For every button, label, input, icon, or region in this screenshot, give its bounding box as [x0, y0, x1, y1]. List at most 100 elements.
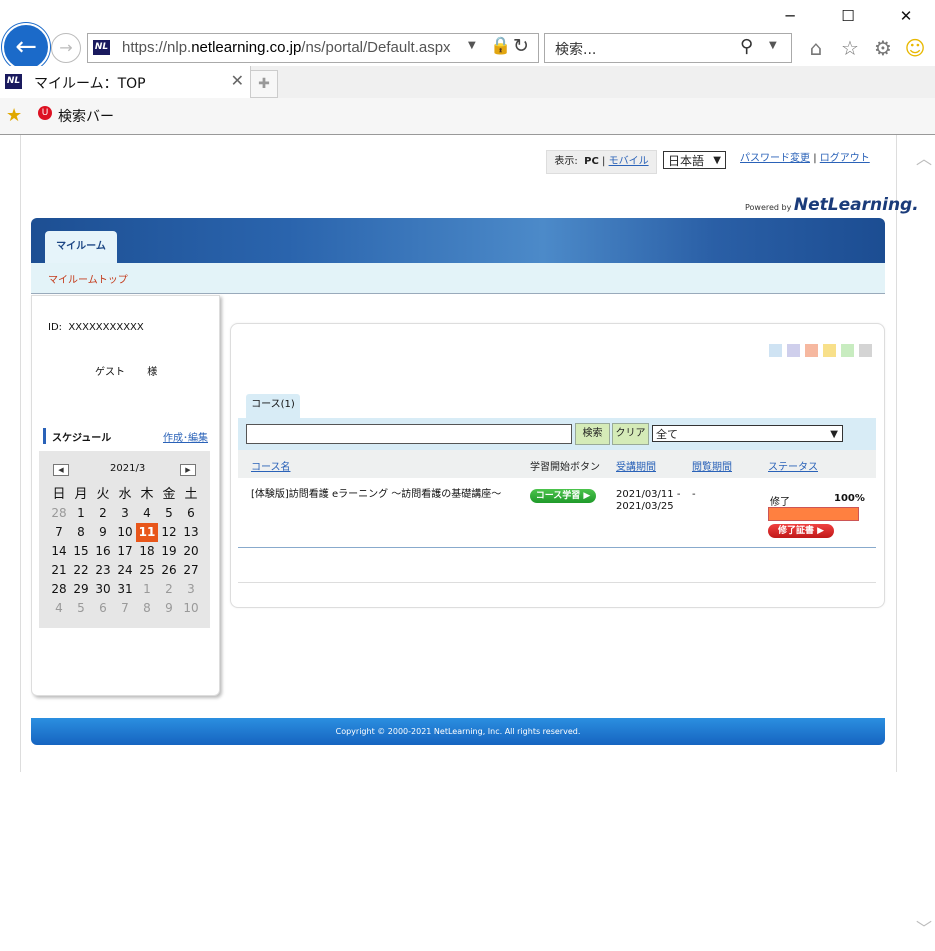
tab-courses[interactable]: コース(1) — [246, 394, 300, 418]
calendar-weekday: 土 — [184, 487, 198, 502]
calendar-day[interactable]: 21 — [48, 561, 70, 580]
logout-link[interactable]: ログアウト — [820, 153, 870, 164]
password-change-link[interactable]: パスワード変更 — [740, 153, 810, 164]
subnav-myroom-top-link[interactable]: マイルームトップ — [48, 271, 128, 286]
calendar-day[interactable]: 2 — [158, 580, 180, 599]
tab-myroom[interactable]: マイルーム — [45, 231, 117, 263]
calendar-day[interactable]: 26 — [158, 561, 180, 580]
calendar-day[interactable]: 8 — [70, 523, 92, 542]
calendar-day[interactable]: 25 — [136, 561, 158, 580]
calendar-day[interactable]: 19 — [158, 542, 180, 561]
calendar-day[interactable]: 6 — [180, 504, 202, 523]
lock-icon[interactable]: 🔒 — [490, 36, 511, 56]
calendar-weekday: 日 — [52, 487, 66, 502]
calendar-prev-icon[interactable]: ◀ — [53, 464, 69, 476]
calendar-day[interactable]: 29 — [70, 580, 92, 599]
calendar-day[interactable]: 7 — [114, 599, 136, 618]
color-theme-swatch[interactable] — [805, 344, 818, 357]
calendar-day[interactable]: 1 — [136, 580, 158, 599]
calendar-day[interactable]: 20 — [180, 542, 202, 561]
filter-value: 全て — [656, 428, 678, 441]
calendar-day[interactable]: 13 — [180, 523, 202, 542]
display-separator: | — [602, 156, 606, 167]
calendar-day[interactable]: 9 — [92, 523, 114, 542]
course-filter-select[interactable]: 全て ▼ — [652, 425, 843, 442]
calendar-day[interactable]: 3 — [180, 580, 202, 599]
schedule-edit-link[interactable]: 作成･編集 — [163, 429, 208, 444]
feedback-smiley-icon[interactable]: ☺ — [903, 36, 927, 60]
url-dropdown-icon[interactable]: ▼ — [468, 40, 476, 51]
calendar-day[interactable]: 4 — [48, 599, 70, 618]
calendar-day[interactable]: 11 — [136, 523, 158, 542]
minimize-icon[interactable]: ─ — [770, 4, 810, 28]
back-button[interactable]: ← — [2, 23, 50, 71]
calendar-day[interactable]: 14 — [48, 542, 70, 561]
calendar-day[interactable]: 10 — [180, 599, 202, 618]
calendar-day[interactable]: 16 — [92, 542, 114, 561]
schedule-header: スケジュール 作成･編集 — [43, 428, 208, 444]
tab-myroom-top[interactable]: NL マイルーム：TOP ✕ — [0, 66, 251, 98]
calendar-day[interactable]: 4 — [136, 504, 158, 523]
calendar-day[interactable]: 24 — [114, 561, 136, 580]
home-icon[interactable]: ⌂ — [804, 36, 828, 60]
language-select[interactable]: 日本語 ▼ — [663, 151, 726, 169]
gear-icon[interactable]: ⚙ — [871, 36, 895, 60]
color-theme-swatch[interactable] — [841, 344, 854, 357]
calendar-day[interactable]: 28 — [48, 504, 70, 523]
color-theme-swatch[interactable] — [823, 344, 836, 357]
color-theme-swatch[interactable] — [859, 344, 872, 357]
new-tab-button[interactable]: ✚ — [250, 70, 278, 98]
certificate-button[interactable]: 修了証書 ▶ — [768, 524, 834, 538]
calendar-day[interactable]: 27 — [180, 561, 202, 580]
calendar-day[interactable]: 5 — [158, 504, 180, 523]
color-theme-swatch[interactable] — [787, 344, 800, 357]
calendar-day[interactable]: 28 — [48, 580, 70, 599]
calendar-day[interactable]: 12 — [158, 523, 180, 542]
scroll-up-icon[interactable]: ︿ — [916, 145, 932, 169]
calendar-day[interactable]: 8 — [136, 599, 158, 618]
search-icon[interactable]: ⚲ — [740, 36, 753, 57]
calendar-day[interactable]: 30 — [92, 580, 114, 599]
col-status[interactable]: ステータス — [768, 458, 818, 473]
display-mobile-link[interactable]: モバイル — [609, 156, 649, 167]
tab-close-icon[interactable]: ✕ — [231, 71, 244, 90]
calendar-day[interactable]: 1 — [70, 504, 92, 523]
add-favorite-star-icon[interactable]: ★ — [6, 105, 22, 126]
col-course-name[interactable]: コース名 — [251, 458, 291, 473]
browser-search-input[interactable]: 検索... ⚲ ▼ — [544, 33, 792, 63]
col-view-period[interactable]: 閲覧期間 — [692, 458, 732, 473]
calendar-day[interactable]: 10 — [114, 523, 136, 542]
id-value: XXXXXXXXXXX — [68, 322, 144, 333]
calendar-next-icon[interactable]: ▶ — [180, 464, 196, 476]
calendar-day[interactable]: 5 — [70, 599, 92, 618]
favorites-item-search-bar[interactable]: 検索バー — [58, 106, 114, 126]
brand-logo: NetLearning. — [793, 195, 919, 215]
url-input[interactable]: NL https://nlp.netlearning.co.jp/ns/port… — [87, 33, 539, 63]
clear-button[interactable]: クリア — [612, 423, 649, 445]
calendar-day[interactable]: 7 — [48, 523, 70, 542]
col-attendance-period[interactable]: 受講期間 — [616, 458, 656, 473]
calendar-day[interactable]: 2 — [92, 504, 114, 523]
search-dropdown-icon[interactable]: ▼ — [769, 40, 777, 51]
calendar-weekday: 月 — [74, 487, 88, 502]
course-start-button[interactable]: コース学習 ▶ — [530, 489, 596, 503]
course-search-input[interactable] — [246, 424, 572, 444]
maximize-icon[interactable]: ☐ — [828, 4, 868, 28]
close-icon[interactable]: ✕ — [886, 4, 926, 28]
calendar-day[interactable]: 9 — [158, 599, 180, 618]
calendar-day[interactable]: 3 — [114, 504, 136, 523]
color-theme-swatch[interactable] — [769, 344, 782, 357]
calendar-day[interactable]: 15 — [70, 542, 92, 561]
refresh-icon[interactable]: ↻ — [513, 35, 529, 57]
calendar-day[interactable]: 6 — [92, 599, 114, 618]
calendar-day[interactable]: 31 — [114, 580, 136, 599]
scroll-down-icon[interactable]: ﹀ — [916, 915, 932, 939]
calendar-day[interactable]: 17 — [114, 542, 136, 561]
calendar-day[interactable]: 22 — [70, 561, 92, 580]
forward-button[interactable]: → — [51, 33, 81, 63]
favorites-star-icon[interactable]: ☆ — [838, 36, 862, 60]
vertical-scrollbar[interactable]: ︿ ﹀ — [913, 135, 935, 951]
calendar-day[interactable]: 23 — [92, 561, 114, 580]
calendar-day[interactable]: 18 — [136, 542, 158, 561]
search-button[interactable]: 検索 — [575, 423, 610, 445]
